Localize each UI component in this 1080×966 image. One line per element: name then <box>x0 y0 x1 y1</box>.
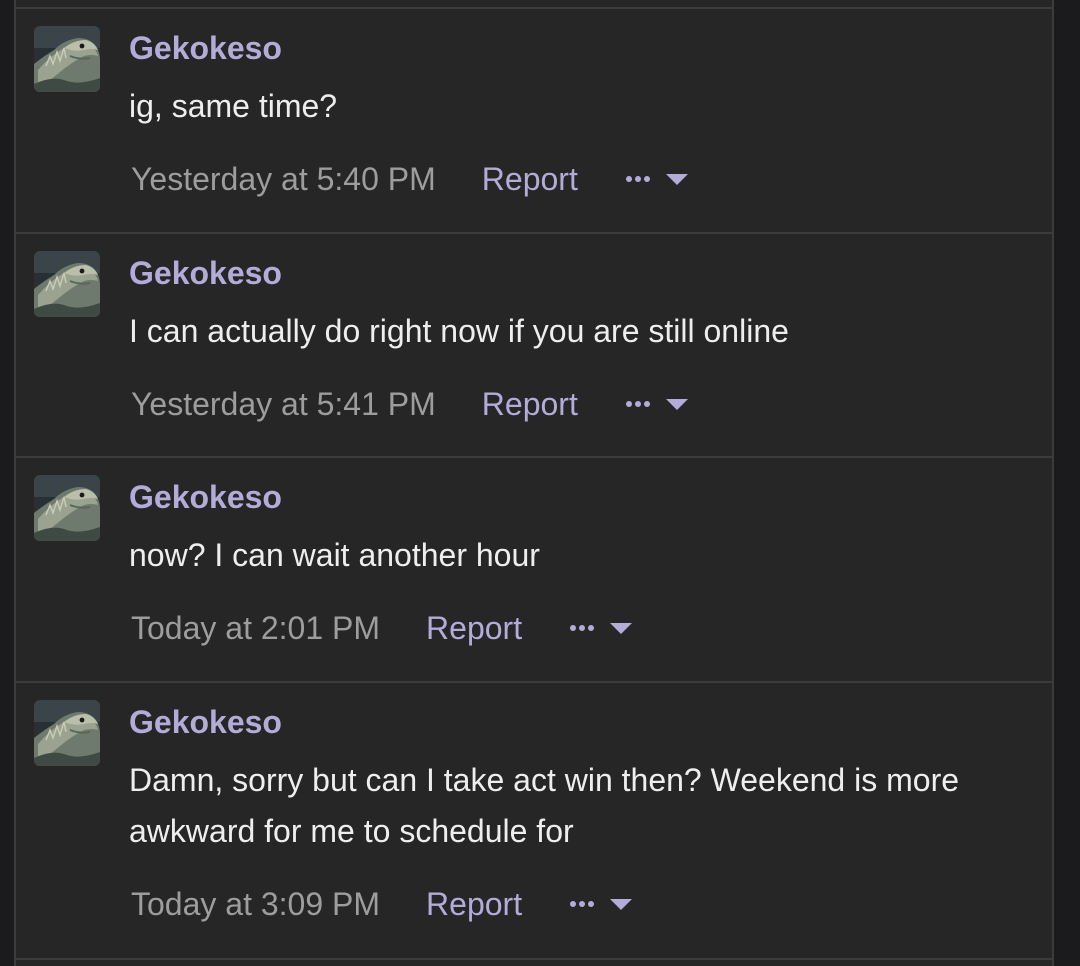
message-item: Gekokeso now? I can wait another hour To… <box>16 458 1052 683</box>
ellipsis-dropdown-icon <box>570 623 633 634</box>
message-username[interactable]: Gekokeso <box>129 30 282 67</box>
iguana-avatar-icon <box>34 26 100 92</box>
message-username[interactable]: Gekokeso <box>129 255 282 292</box>
user-avatar[interactable] <box>34 251 100 317</box>
message-item: Gekokeso ig, same time? Yesterday at 5:4… <box>16 9 1052 234</box>
user-avatar[interactable] <box>34 26 100 92</box>
message-thread: Gekokeso ig, same time? Yesterday at 5:4… <box>14 0 1054 966</box>
message-text: Damn, sorry but can I take act win then?… <box>129 762 960 849</box>
iguana-avatar-icon <box>34 251 100 317</box>
user-avatar[interactable] <box>34 700 100 766</box>
ellipsis-dropdown-icon <box>625 174 688 185</box>
message-username[interactable]: Gekokeso <box>129 479 282 516</box>
report-link[interactable]: Report <box>482 161 578 198</box>
message-footer: Yesterday at 5:40 PM Report <box>131 158 690 200</box>
message-timestamp[interactable]: Yesterday at 5:40 PM <box>131 161 436 198</box>
iguana-avatar-icon <box>34 700 100 766</box>
message-item: Gekokeso Damn, sorry but can I take act … <box>16 683 1052 960</box>
message-text: now? I can wait another hour <box>129 537 540 573</box>
message-timestamp[interactable]: Today at 2:01 PM <box>131 610 380 647</box>
message-item: Gekokeso I can actually do right now if … <box>16 234 1052 458</box>
message-timestamp[interactable]: Today at 3:09 PM <box>131 886 380 923</box>
report-link[interactable]: Report <box>426 886 522 923</box>
message-timestamp[interactable]: Yesterday at 5:41 PM <box>131 386 436 423</box>
iguana-avatar-icon <box>34 475 100 541</box>
report-link[interactable]: Report <box>482 386 578 423</box>
more-options-button[interactable] <box>568 618 634 638</box>
more-options-button[interactable] <box>568 894 634 914</box>
report-link[interactable]: Report <box>426 610 522 647</box>
more-options-button[interactable] <box>624 169 690 189</box>
message-text: I can actually do right now if you are s… <box>129 313 789 349</box>
message-footer: Today at 2:01 PM Report <box>131 607 634 649</box>
more-options-button[interactable] <box>624 394 690 414</box>
message-footer: Today at 3:09 PM Report <box>131 883 634 925</box>
message-username[interactable]: Gekokeso <box>129 704 282 741</box>
user-avatar[interactable] <box>34 475 100 541</box>
ellipsis-dropdown-icon <box>625 399 688 410</box>
ellipsis-dropdown-icon <box>570 899 633 910</box>
message-footer: Yesterday at 5:41 PM Report <box>131 383 690 425</box>
message-text: ig, same time? <box>129 88 338 124</box>
